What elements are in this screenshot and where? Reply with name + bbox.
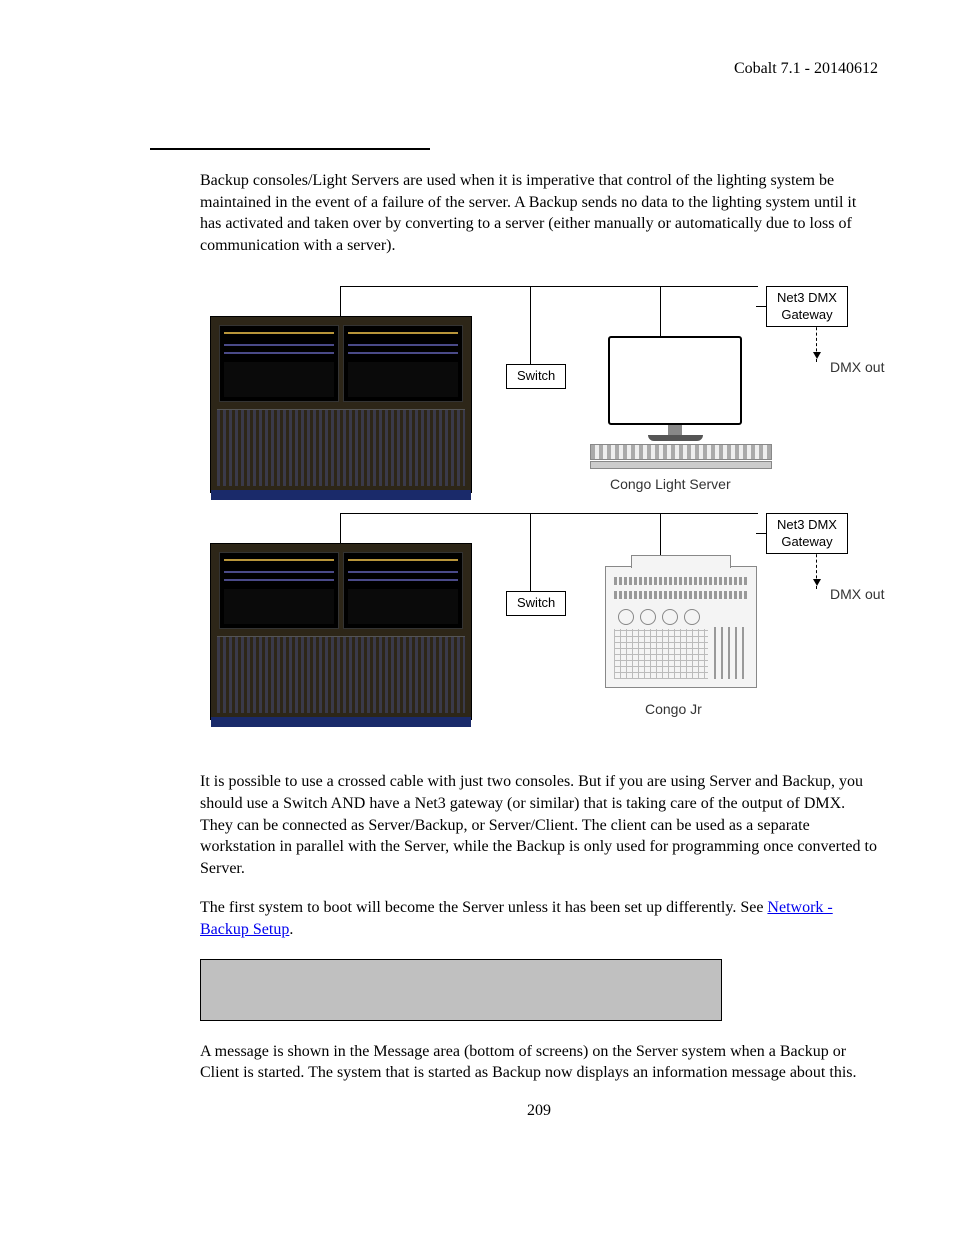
paragraph-boot: The first system to boot will become the… <box>200 897 878 940</box>
doc-header: Cobalt 7.1 - 20140612 <box>76 60 878 78</box>
console-screen <box>219 552 339 629</box>
paragraph-message: A message is shown in the Message area (… <box>200 1041 878 1084</box>
section-rule <box>150 148 430 150</box>
text-run: . <box>289 921 293 938</box>
console-main-2 <box>210 543 472 720</box>
switch-label-1: Switch <box>506 364 566 388</box>
paragraph-crossed-cable: It is possible to use a crossed cable wi… <box>200 771 878 879</box>
rack-unit <box>590 444 772 460</box>
console-screen <box>343 552 463 629</box>
dmx-out-label-2: DMX out <box>830 586 884 602</box>
gateway-label-1: Net3 DMX Gateway <box>766 286 848 327</box>
gateway-label-2: Net3 DMX Gateway <box>766 513 848 554</box>
congo-jr-icon <box>605 566 757 688</box>
console-panel <box>217 409 465 486</box>
console-screen <box>343 325 463 402</box>
rack-unit <box>590 461 772 469</box>
gateway-line1: Net3 DMX <box>777 290 837 305</box>
network-diagram: Switch Net3 DMX Gateway DMX out Congo Li… <box>210 286 890 731</box>
gateway-line2: Gateway <box>781 307 832 322</box>
dmx-out-label-1: DMX out <box>830 359 884 375</box>
congo-jr-label: Congo Jr <box>645 701 702 717</box>
gateway-line1: Net3 DMX <box>777 517 837 532</box>
light-server-label: Congo Light Server <box>610 476 731 492</box>
console-screen <box>219 325 339 402</box>
paragraph-intro: Backup consoles/Light Servers are used w… <box>200 170 878 256</box>
console-main-1 <box>210 316 472 493</box>
gateway-line2: Gateway <box>781 534 832 549</box>
console-panel <box>217 636 465 713</box>
page-number: 209 <box>200 1102 878 1120</box>
switch-label-2: Switch <box>506 591 566 615</box>
text-run: The first system to boot will become the… <box>200 899 767 916</box>
monitor-icon <box>605 336 745 451</box>
message-placeholder-box <box>200 959 722 1021</box>
